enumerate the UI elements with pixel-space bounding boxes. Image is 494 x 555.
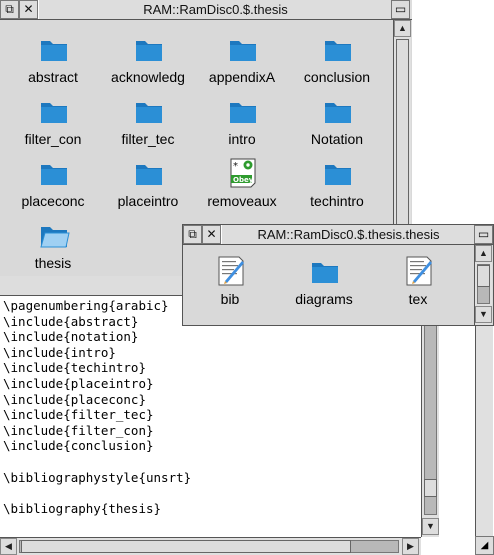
editor-scroll-down-arrow[interactable]: ▼ — [422, 518, 439, 535]
editor-text[interactable]: \pagenumbering{arabic} \include{abstract… — [0, 296, 420, 537]
filer-window-thesis-thesis: ⧉ ✕ RAM::RamDisc0.$.thesis.thesis ▭ bib … — [182, 224, 494, 326]
filer-sub-titlebar[interactable]: ⧉ ✕ RAM::RamDisc0.$.thesis.thesis ▭ — [183, 225, 493, 245]
folder-icon — [230, 103, 256, 123]
item-label: tex — [408, 291, 428, 307]
folder-icon — [136, 41, 162, 61]
directory-placeintro[interactable]: placeintro — [103, 157, 193, 209]
item-label: appendixA — [208, 69, 276, 85]
back-button[interactable]: ⧉ — [0, 0, 19, 19]
editor-horizontal-scrollbar[interactable]: ◀ ▶ — [0, 537, 421, 555]
item-label: intro — [228, 131, 256, 147]
directory-appendixA[interactable]: appendixA — [197, 33, 287, 85]
item-label: bib — [220, 291, 240, 307]
editor-vertical-scrollbar[interactable]: ▼ — [421, 296, 439, 537]
close-button[interactable]: ✕ — [19, 0, 38, 19]
directory-filter_tec[interactable]: filter_tec — [103, 95, 193, 147]
item-label: acknowledg — [111, 69, 185, 85]
item-label: placeintro — [117, 193, 179, 209]
item-label: thesis — [34, 255, 72, 271]
filer-scroll-up-arrow[interactable]: ▲ — [394, 20, 411, 37]
editor-scroll-right-arrow[interactable]: ▶ — [402, 538, 419, 555]
filer-sub-title[interactable]: RAM::RamDisc0.$.thesis.thesis — [221, 225, 476, 244]
folder-icon — [136, 165, 162, 185]
folder-icon — [230, 41, 256, 61]
open-folder-icon — [40, 227, 70, 248]
directory-techintro[interactable]: techintro — [292, 157, 382, 209]
filer-sub-pane: bib diagrams tex — [183, 245, 474, 325]
folder-icon — [312, 263, 338, 283]
filer-sub-scroll-up-arrow[interactable]: ▲ — [475, 245, 492, 262]
directory-acknowledg[interactable]: acknowledg — [103, 33, 193, 85]
directory-filter_con[interactable]: filter_con — [8, 95, 98, 147]
directory-placeconc[interactable]: placeconc — [8, 157, 98, 209]
directory-diagrams[interactable]: diagrams — [279, 255, 369, 307]
resize-grip-icon[interactable]: ◢ — [475, 536, 494, 555]
item-label: Notation — [310, 131, 364, 147]
toggle-size-button[interactable]: ▭ — [474, 225, 493, 244]
text-file-bib[interactable]: bib — [185, 255, 275, 307]
right-scroll-column[interactable] — [475, 326, 493, 536]
folder-icon — [325, 165, 351, 185]
editor-vscroll-thumb[interactable] — [424, 479, 437, 497]
editor-scroll-left-arrow[interactable]: ◀ — [0, 538, 17, 555]
directory-abstract[interactable]: abstract — [8, 33, 98, 85]
folder-icon — [136, 103, 162, 123]
item-label: removeaux — [207, 193, 277, 209]
obey-file-removeaux[interactable]: * Obey removeaux — [197, 157, 287, 209]
item-label: techintro — [310, 193, 364, 209]
item-label: abstract — [28, 69, 78, 85]
item-label: filter_con — [24, 131, 82, 147]
text-file-icon — [406, 256, 432, 286]
filer-main-title[interactable]: RAM::RamDisc0.$.thesis — [38, 0, 393, 19]
folder-icon — [41, 165, 67, 185]
item-label: diagrams — [295, 291, 353, 307]
toggle-size-button[interactable]: ▭ — [391, 0, 410, 19]
folder-icon — [325, 103, 351, 123]
svg-text:*: * — [233, 161, 238, 172]
text-file-tex[interactable]: tex — [373, 255, 463, 307]
directory-Notation[interactable]: Notation — [292, 95, 382, 147]
editor-hscroll-thumb[interactable] — [21, 540, 351, 553]
filer-sub-vscroll-thumb[interactable] — [477, 265, 490, 287]
back-button[interactable]: ⧉ — [183, 225, 202, 244]
text-file-icon — [218, 256, 244, 286]
directory-conclusion[interactable]: conclusion — [292, 33, 382, 85]
item-label: placeconc — [21, 193, 85, 209]
obey-icon: * Obey — [230, 158, 256, 188]
folder-icon — [41, 103, 67, 123]
filer-sub-scroll-down-arrow[interactable]: ▼ — [475, 306, 492, 323]
folder-icon — [325, 41, 351, 61]
item-label: conclusion — [303, 69, 371, 85]
close-button[interactable]: ✕ — [202, 225, 221, 244]
filer-sub-vertical-scrollbar[interactable]: ▲ ▼ — [474, 245, 492, 325]
obey-badge: Obey — [233, 176, 254, 184]
filer-main-titlebar[interactable]: ⧉ ✕ RAM::RamDisc0.$.thesis ▭ — [0, 0, 412, 20]
directory-intro[interactable]: intro — [197, 95, 287, 147]
directory-thesis-open[interactable]: thesis — [8, 219, 98, 271]
item-label: filter_tec — [121, 131, 175, 147]
folder-icon — [41, 41, 67, 61]
